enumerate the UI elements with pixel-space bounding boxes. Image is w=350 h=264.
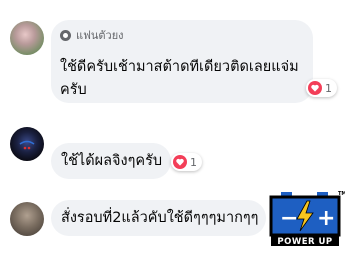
reaction-count: 1 (325, 81, 332, 95)
comment-text-line: ครับ (60, 82, 87, 98)
heart-icon (308, 81, 322, 95)
fan-badge-icon (60, 29, 71, 41)
power-up-logo: − + POWER UP TM (269, 191, 345, 247)
comment-text-line: ใช้ดีครับเช้ามาสต้าดทีเดียวติดเลยแจ่ม (60, 59, 299, 75)
avatar[interactable] (10, 21, 44, 55)
top-fan-badge[interactable]: แฟนตัวยง (60, 26, 124, 44)
heart-icon (173, 155, 187, 169)
minus-sign: − (280, 206, 298, 231)
plus-sign: + (317, 206, 335, 231)
logo-text: POWER UP (277, 237, 332, 247)
comment-text: สั่งรอบที่2แล้วคับใช้ดีๆๆๆมากๆๆ (61, 210, 259, 226)
comment-text: ใช้ได้ผลจิงๆครับ (61, 153, 163, 169)
comment-thread: แฟนตัวยง ใช้ดีครับเช้ามาสต้าดทีเดียวติดเ… (0, 0, 350, 264)
trademark-mark: TM (338, 191, 345, 197)
fan-badge-label: แฟนตัวยง (76, 29, 124, 42)
reaction-count: 1 (190, 155, 197, 169)
reaction-summary[interactable]: 1 (306, 79, 337, 97)
avatar[interactable] (10, 202, 44, 236)
reaction-summary[interactable]: 1 (171, 153, 202, 171)
avatar[interactable] (10, 127, 44, 161)
